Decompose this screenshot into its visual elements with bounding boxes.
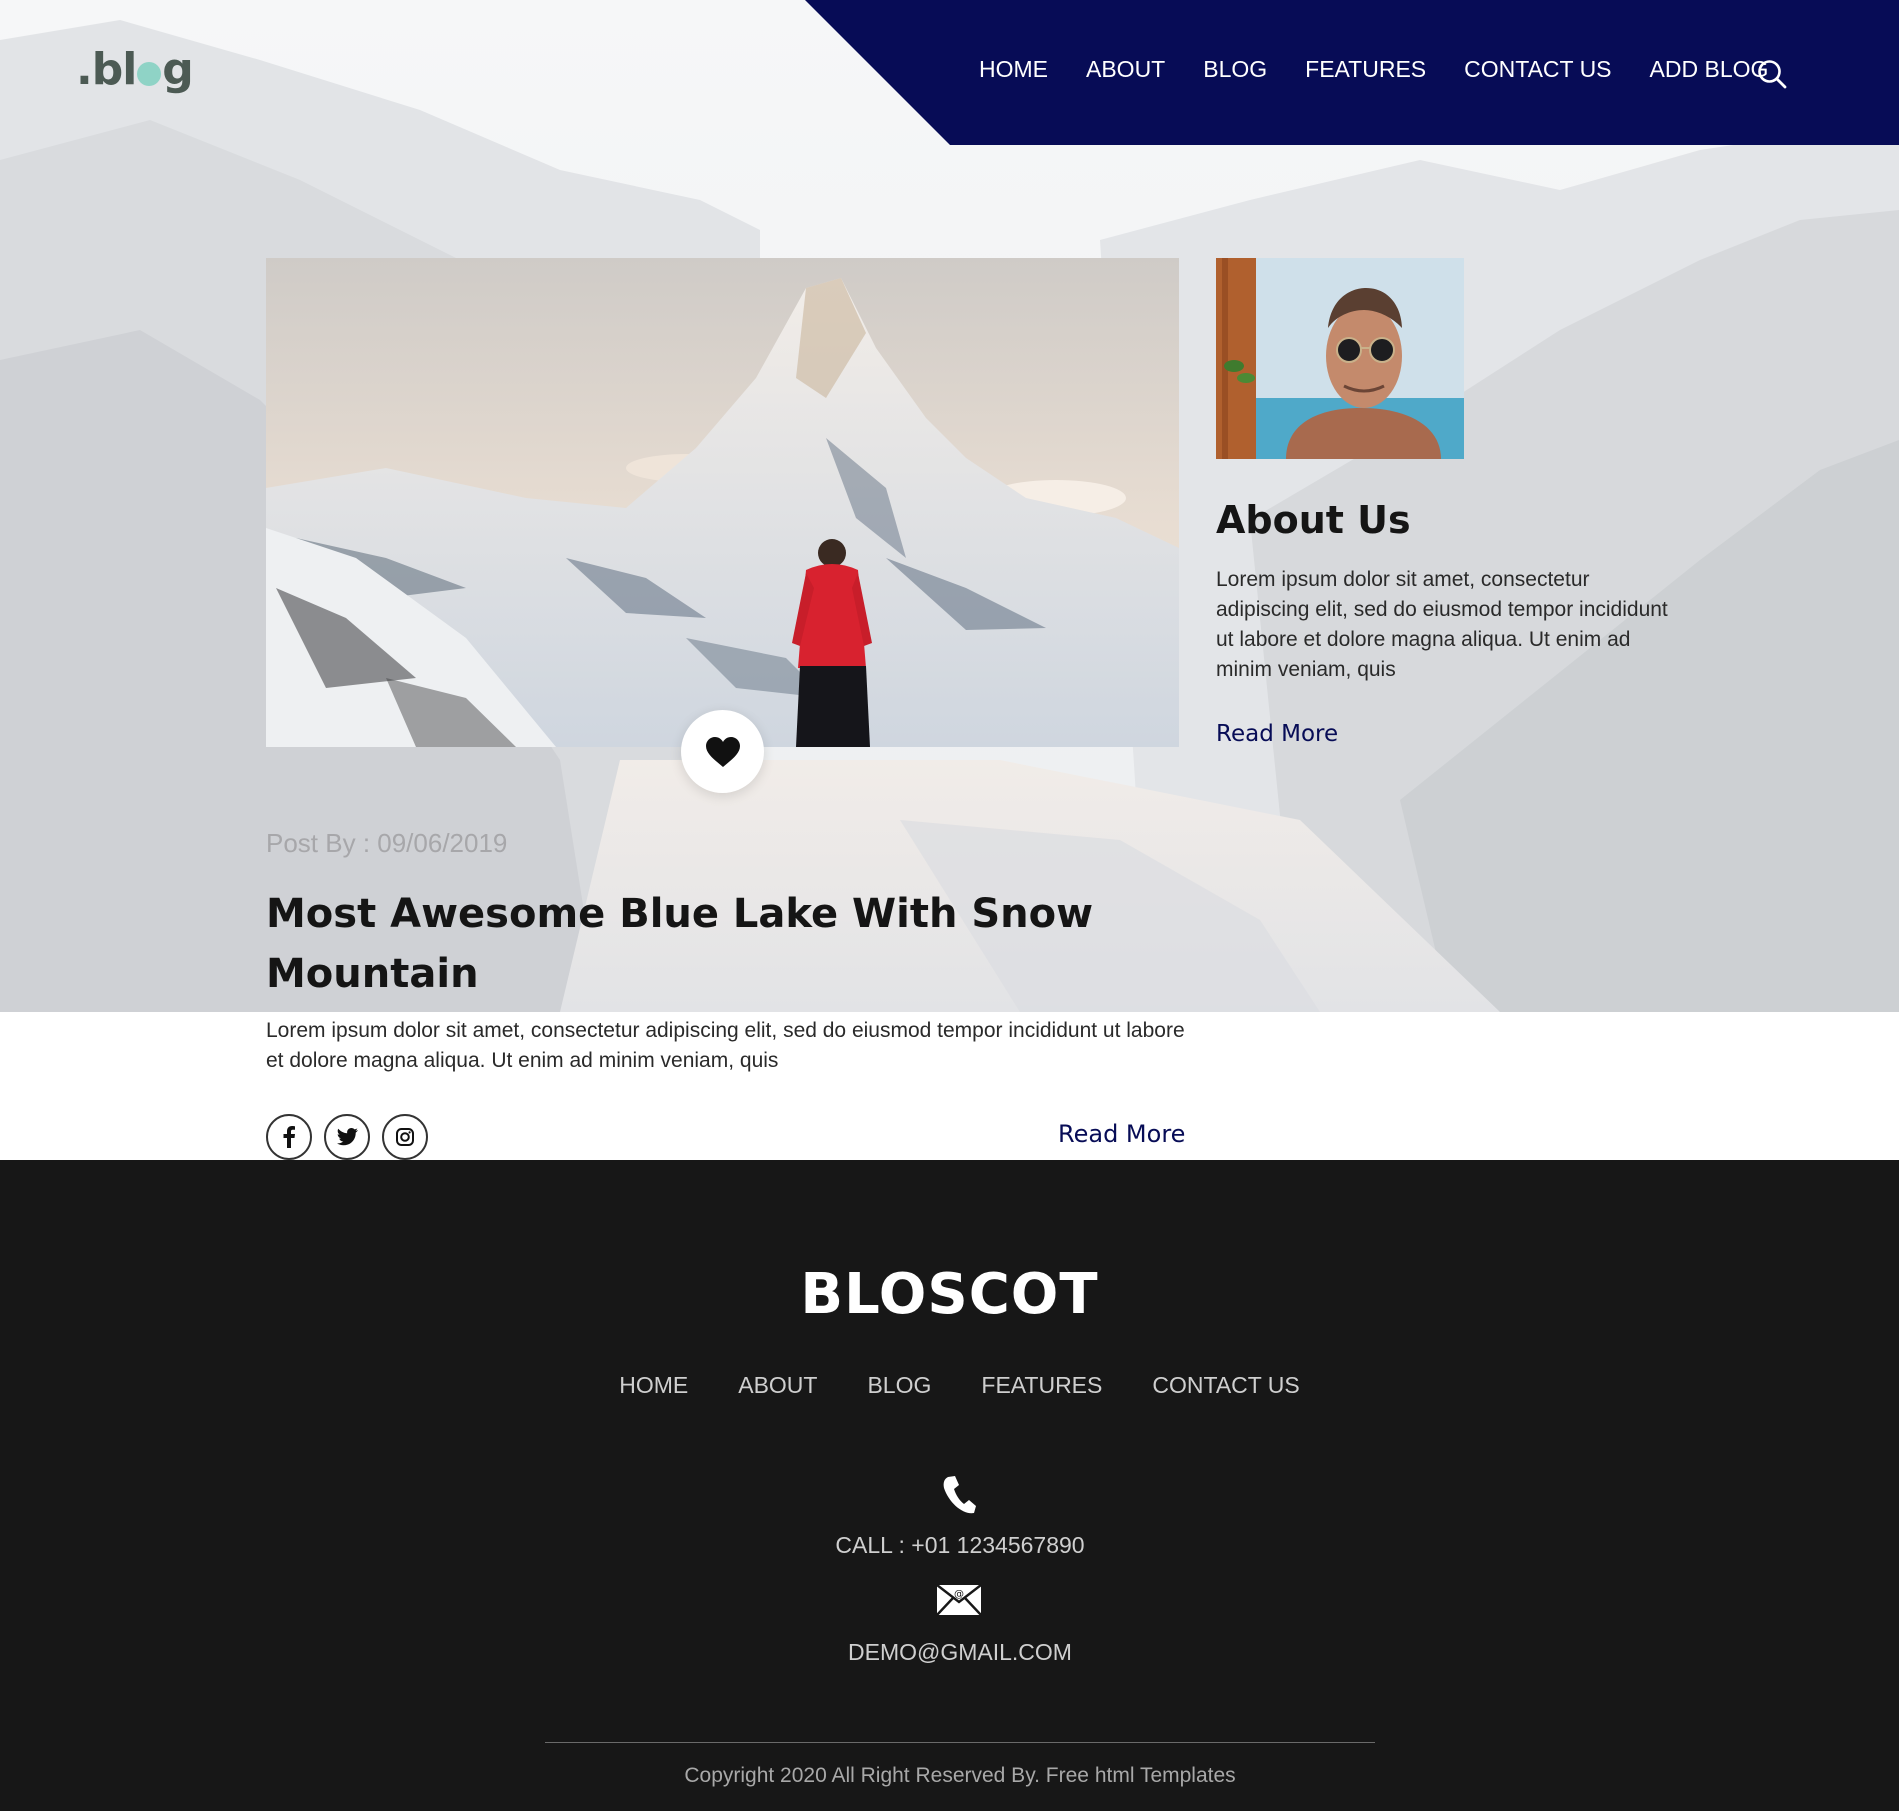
- logo-suffix: g: [162, 44, 193, 95]
- footer-nav-about[interactable]: ABOUT: [738, 1372, 817, 1399]
- about-title: About Us: [1216, 498, 1411, 542]
- heart-icon: [705, 736, 740, 767]
- phone-icon: [941, 1475, 977, 1515]
- nav-home[interactable]: HOME: [979, 56, 1048, 83]
- footer-email[interactable]: DEMO@GMAIL.COM: [0, 1639, 1899, 1666]
- footer-brand: BLOSCOT: [800, 1262, 1099, 1327]
- author-portrait-image: [1216, 258, 1464, 459]
- post-excerpt: Lorem ipsum dolor sit amet, consectetur …: [266, 1019, 1185, 1072]
- twitter-icon[interactable]: [324, 1114, 370, 1160]
- facebook-icon[interactable]: [266, 1114, 312, 1160]
- post-title[interactable]: Most Awesome Blue Lake With Snow Mountai…: [266, 884, 1166, 1004]
- mail-icon: @: [936, 1584, 982, 1616]
- post-meta: Post By : 09/06/2019: [266, 828, 508, 858]
- about-text: Lorem ipsum dolor sit amet, consectetur …: [1216, 568, 1668, 681]
- search-icon[interactable]: [1757, 59, 1787, 89]
- nav-about[interactable]: ABOUT: [1086, 56, 1165, 83]
- like-button[interactable]: [681, 710, 764, 793]
- site-footer: BLOSCOT HOME ABOUT BLOG FEATURES CONTACT…: [0, 1160, 1899, 1811]
- instagram-icon[interactable]: [382, 1114, 428, 1160]
- nav-contact-us[interactable]: CONTACT US: [1464, 56, 1611, 83]
- footer-nav-contact-us[interactable]: CONTACT US: [1152, 1372, 1299, 1399]
- footer-nav-features[interactable]: FEATURES: [981, 1372, 1102, 1399]
- footer-phone-number[interactable]: CALL : +01 1234567890: [0, 1532, 1899, 1559]
- logo-prefix: .bl: [76, 44, 137, 95]
- svg-text:@: @: [954, 1589, 964, 1600]
- nav-add-blog[interactable]: ADD BLOG: [1650, 56, 1769, 83]
- main-nav: HOME ABOUT BLOG FEATURES CONTACT US ADD …: [979, 56, 1806, 83]
- footer-copyright: Copyright 2020 All Right Reserved By. Fr…: [684, 1764, 1236, 1787]
- social-links: [266, 1114, 440, 1160]
- post-read-more-link[interactable]: Read More: [1058, 1120, 1185, 1148]
- logo-dot-icon: [137, 62, 162, 86]
- snow-mountain-image: [266, 258, 1179, 747]
- about-author-photo: [1216, 258, 1464, 459]
- footer-nav-blog[interactable]: BLOG: [867, 1372, 931, 1399]
- about-read-more-link[interactable]: Read More: [1216, 721, 1338, 747]
- nav-features[interactable]: FEATURES: [1305, 56, 1426, 83]
- post-featured-image[interactable]: [266, 258, 1179, 747]
- footer-nav: HOME ABOUT BLOG FEATURES CONTACT US: [0, 1372, 1899, 1399]
- footer-divider: [545, 1742, 1375, 1743]
- nav-blog[interactable]: BLOG: [1203, 56, 1267, 83]
- footer-nav-home[interactable]: HOME: [619, 1372, 688, 1399]
- site-logo[interactable]: .bl g: [76, 44, 194, 95]
